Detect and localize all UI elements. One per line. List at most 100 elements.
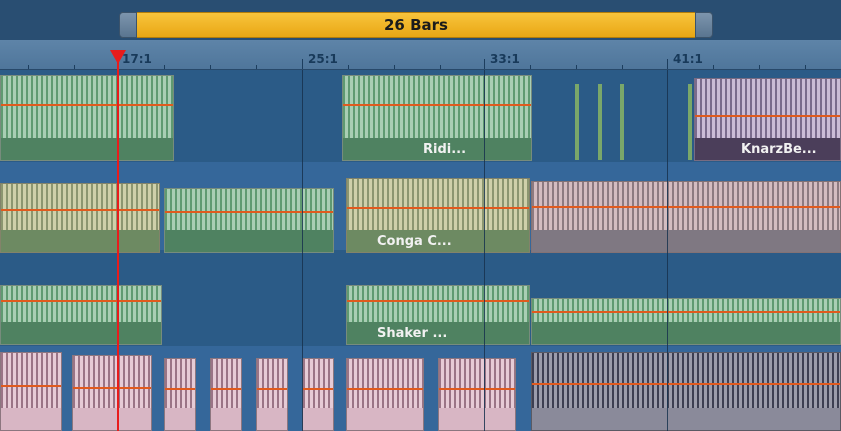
- bar-line-33: [484, 70, 485, 431]
- volume-curve: [439, 388, 515, 390]
- ruler-tick: [348, 65, 349, 69]
- audio-clip[interactable]: [302, 358, 334, 431]
- ruler-tick: [28, 65, 29, 69]
- volume-curve: [532, 311, 840, 313]
- waveform: [347, 359, 423, 408]
- ruler-label-17: 17:1: [122, 52, 152, 66]
- bar-line-25: [302, 70, 303, 431]
- volume-curve: [347, 207, 529, 209]
- audio-clip-knarz[interactable]: KnarzBe...: [694, 78, 841, 161]
- waveform: [165, 189, 333, 230]
- volume-curve: [211, 388, 241, 390]
- clip-footer: [532, 230, 840, 252]
- clip-footer: [1, 322, 161, 344]
- ruler-tick: [667, 59, 668, 69]
- audio-clip[interactable]: [256, 358, 288, 431]
- volume-curve: [1, 209, 159, 211]
- audio-clip[interactable]: [72, 355, 152, 431]
- mini-clip[interactable]: [575, 84, 579, 160]
- volume-curve: [257, 388, 287, 390]
- volume-curve: [73, 387, 151, 389]
- volume-curve: [165, 388, 195, 390]
- audio-clip[interactable]: [346, 358, 424, 431]
- volume-curve: [532, 383, 840, 385]
- bar-line-41: [667, 70, 668, 431]
- mini-clip[interactable]: [688, 84, 692, 160]
- playhead-line[interactable]: [117, 52, 119, 431]
- ruler-label-41: 41:1: [673, 52, 703, 66]
- loop-start-handle[interactable]: [119, 12, 137, 38]
- loop-range[interactable]: 26 Bars: [119, 12, 713, 38]
- ruler-tick: [484, 59, 485, 69]
- ruler-tick: [256, 65, 257, 69]
- clip-name: Conga C...: [377, 234, 452, 249]
- mini-clip[interactable]: [598, 84, 602, 160]
- waveform: [439, 359, 515, 408]
- volume-curve: [343, 104, 531, 106]
- ruler-tick: [394, 65, 395, 69]
- ruler-tick: [74, 65, 75, 69]
- ruler-tick: [759, 65, 760, 69]
- ruler-tick: [210, 65, 211, 69]
- audio-clip[interactable]: [0, 352, 62, 431]
- waveform: [347, 179, 529, 230]
- ruler-tick: [713, 65, 714, 69]
- waveform: [73, 356, 151, 408]
- volume-curve: [695, 115, 840, 117]
- volume-curve: [532, 206, 840, 208]
- audio-clip-ridi[interactable]: Ridi...: [342, 75, 532, 161]
- audio-clip[interactable]: [531, 352, 841, 431]
- volume-curve: [1, 300, 161, 302]
- ruler-label-33: 33:1: [490, 52, 520, 66]
- loop-end-handle[interactable]: [695, 12, 713, 38]
- waveform: [1, 76, 173, 138]
- waveform: [165, 359, 195, 408]
- volume-curve: [1, 385, 61, 387]
- waveform: [532, 353, 840, 408]
- volume-curve: [165, 211, 333, 213]
- clip-footer: [165, 230, 333, 252]
- waveform: [347, 286, 529, 322]
- clip-name: Ridi...: [423, 142, 467, 157]
- audio-clip[interactable]: [531, 298, 841, 345]
- waveform: [257, 359, 287, 408]
- ruler-tick: [576, 65, 577, 69]
- clip-name: Shaker ...: [377, 326, 448, 341]
- waveform: [343, 76, 531, 138]
- volume-curve: [303, 388, 333, 390]
- volume-curve: [347, 300, 529, 302]
- playhead-marker[interactable]: [110, 50, 126, 64]
- audio-clip[interactable]: [0, 285, 162, 345]
- audio-clip[interactable]: [0, 183, 160, 253]
- ruler-tick: [164, 65, 165, 69]
- audio-clip[interactable]: [210, 358, 242, 431]
- waveform: [695, 79, 840, 138]
- waveform: [1, 184, 159, 230]
- volume-curve: [347, 388, 423, 390]
- audio-clip[interactable]: [438, 358, 516, 431]
- ruler-tick: [805, 65, 806, 69]
- ruler-tick: [622, 65, 623, 69]
- audio-clip[interactable]: [531, 181, 841, 253]
- audio-clip[interactable]: [0, 75, 174, 161]
- loop-region-bar: 26 Bars: [0, 0, 841, 40]
- audio-clip-conga[interactable]: Conga C...: [346, 178, 530, 253]
- mini-clip[interactable]: [620, 84, 624, 160]
- waveform: [1, 353, 61, 408]
- audio-clip[interactable]: [164, 188, 334, 253]
- waveform: [303, 359, 333, 408]
- audio-clip[interactable]: [164, 358, 196, 431]
- ruler-tick: [530, 65, 531, 69]
- ruler-label-25: 25:1: [308, 52, 338, 66]
- clip-footer: [1, 138, 173, 160]
- audio-clip-shaker[interactable]: Shaker ...: [346, 285, 530, 345]
- loop-length-label: 26 Bars: [384, 16, 448, 34]
- ruler-tick: [302, 59, 303, 69]
- clip-name: KnarzBe...: [741, 142, 817, 157]
- clip-footer: [1, 230, 159, 252]
- waveform: [1, 286, 161, 322]
- waveform: [211, 359, 241, 408]
- timeline-ruler[interactable]: 17:1 25:1 33:1 41:1: [0, 40, 841, 70]
- clip-footer: [532, 322, 840, 344]
- volume-curve: [1, 104, 173, 106]
